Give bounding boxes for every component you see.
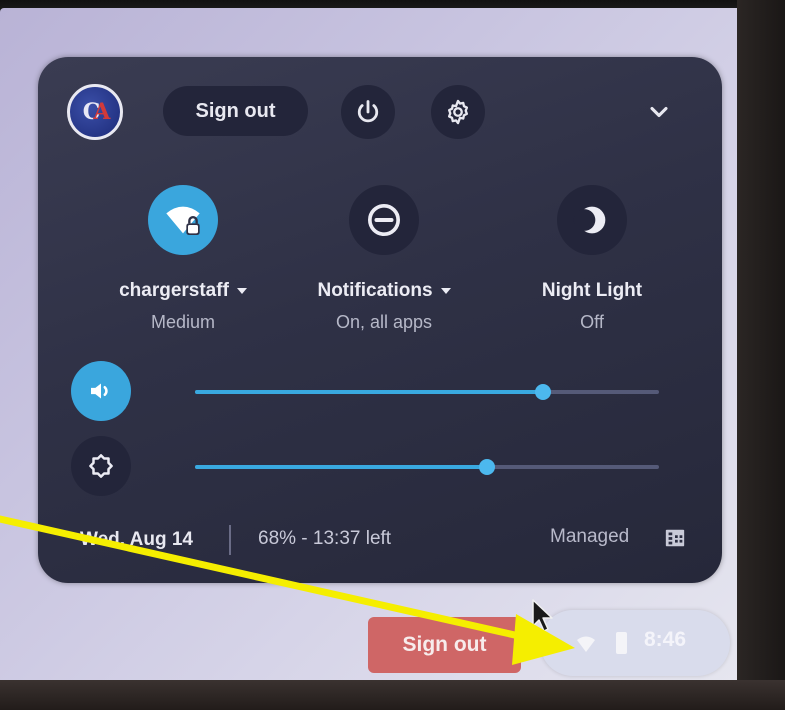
chevron-down-icon — [650, 106, 668, 118]
sign-out-button[interactable]: Sign out — [163, 86, 308, 136]
collapse-button[interactable] — [632, 85, 686, 139]
feature-tile-notifications[interactable]: Notifications On, all apps — [289, 185, 479, 333]
brightness-button[interactable] — [71, 436, 131, 496]
volume-slider-fill — [195, 390, 543, 394]
mouse-cursor-icon — [532, 599, 553, 632]
network-strength: Medium — [150, 312, 216, 332]
night-light-status: Off — [580, 312, 604, 332]
shelf-sign-out-button[interactable]: Sign out — [368, 617, 521, 673]
notifications-status: On, all apps — [335, 312, 433, 332]
caret-down-icon — [236, 287, 247, 294]
night-light-label: Night Light — [541, 280, 643, 301]
laptop-bezel-bottom — [0, 680, 785, 710]
volume-slider-thumb[interactable] — [535, 384, 551, 400]
wifi-lock-icon — [166, 206, 200, 235]
profile-avatar[interactable]: CA — [67, 84, 123, 140]
status-area: Wed, Aug 14 68% - 13:37 left Managed — [38, 519, 722, 563]
night-light-icon — [573, 206, 606, 234]
brightness-row — [38, 436, 722, 496]
volume-icon — [91, 383, 108, 399]
managed-label[interactable]: Managed — [550, 526, 629, 548]
building-icon[interactable] — [664, 527, 686, 549]
brightness-slider-fill — [195, 465, 488, 469]
screenshot: CA Sign out chargerstaff Medium Notifica… — [0, 0, 785, 710]
battery-status: 68% - 13:37 left — [258, 528, 392, 549]
network-toggle[interactable] — [148, 185, 218, 255]
do-not-disturb-icon — [368, 204, 400, 236]
status-tray[interactable]: 8:46 — [540, 610, 730, 676]
brightness-icon — [89, 454, 113, 478]
network-label[interactable]: chargerstaff — [88, 280, 278, 302]
avatar-letter-a: A — [93, 99, 110, 125]
feature-tile-network[interactable]: chargerstaff Medium — [88, 185, 278, 333]
brightness-slider[interactable] — [195, 459, 659, 475]
gear-icon — [447, 99, 469, 125]
notifications-title: Notifications — [317, 280, 433, 301]
quick-settings-panel: CA Sign out chargerstaff Medium Notifica… — [38, 57, 722, 583]
night-light-toggle[interactable] — [557, 185, 627, 255]
notifications-toggle[interactable] — [349, 185, 419, 255]
mute-button[interactable] — [71, 361, 131, 421]
brightness-slider-thumb[interactable] — [479, 459, 496, 475]
battery-icon — [616, 632, 627, 654]
volume-slider[interactable] — [195, 384, 659, 400]
status-divider — [229, 525, 231, 555]
power-button[interactable] — [341, 85, 395, 139]
notifications-label[interactable]: Notifications — [289, 280, 479, 302]
power-icon — [357, 100, 379, 123]
network-name: chargerstaff — [119, 280, 229, 301]
volume-row — [38, 361, 722, 421]
feature-tile-night-light[interactable]: Night Light Off — [497, 185, 687, 333]
wifi-icon — [577, 636, 595, 652]
caret-down-icon — [440, 287, 451, 294]
laptop-bezel-right — [737, 0, 785, 710]
clock-time: 8:46 — [644, 628, 687, 651]
quick-settings-top-row: CA Sign out — [38, 57, 722, 167]
settings-button[interactable] — [431, 85, 485, 139]
date-label[interactable]: Wed, Aug 14 — [80, 529, 193, 551]
